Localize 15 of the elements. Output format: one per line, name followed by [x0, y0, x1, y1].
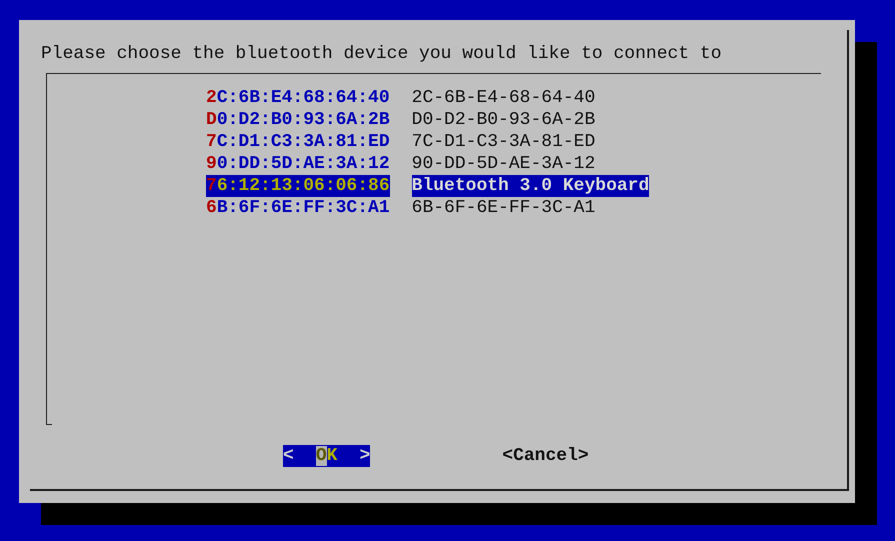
prompt-text: Please choose the bluetooth device you would like to connect to	[41, 43, 723, 65]
dialog-button[interactable]: < OK >	[283, 445, 370, 467]
device-name[interactable]: 2C-6B-E4-68-64-40	[412, 87, 596, 109]
device-address[interactable]: 2C:6B:E4:68:64:40	[206, 87, 390, 109]
device-name[interactable]: Bluetooth 3.0 Keyboard	[412, 175, 650, 197]
dialog-button[interactable]: <Cancel>	[502, 445, 589, 467]
device-address[interactable]: D0:D2:B0:93:6A:2B	[206, 109, 390, 131]
device-name[interactable]: 90-DD-5D-AE-3A-12	[412, 153, 596, 175]
device-address[interactable]: 6B:6F:6E:FF:3C:A1	[206, 197, 390, 219]
device-address[interactable]: 7C:D1:C3:3A:81:ED	[206, 131, 390, 153]
device-name[interactable]: 6B-6F-6E-FF-3C-A1	[412, 197, 596, 219]
device-name[interactable]: D0-D2-B0-93-6A-2B	[412, 109, 596, 131]
device-address[interactable]: 90:DD:5D:AE:3A:12	[206, 153, 390, 175]
device-address[interactable]: 76:12:13:06:06:86	[206, 175, 390, 197]
device-name[interactable]: 7C-D1-C3-3A-81-ED	[412, 131, 596, 153]
